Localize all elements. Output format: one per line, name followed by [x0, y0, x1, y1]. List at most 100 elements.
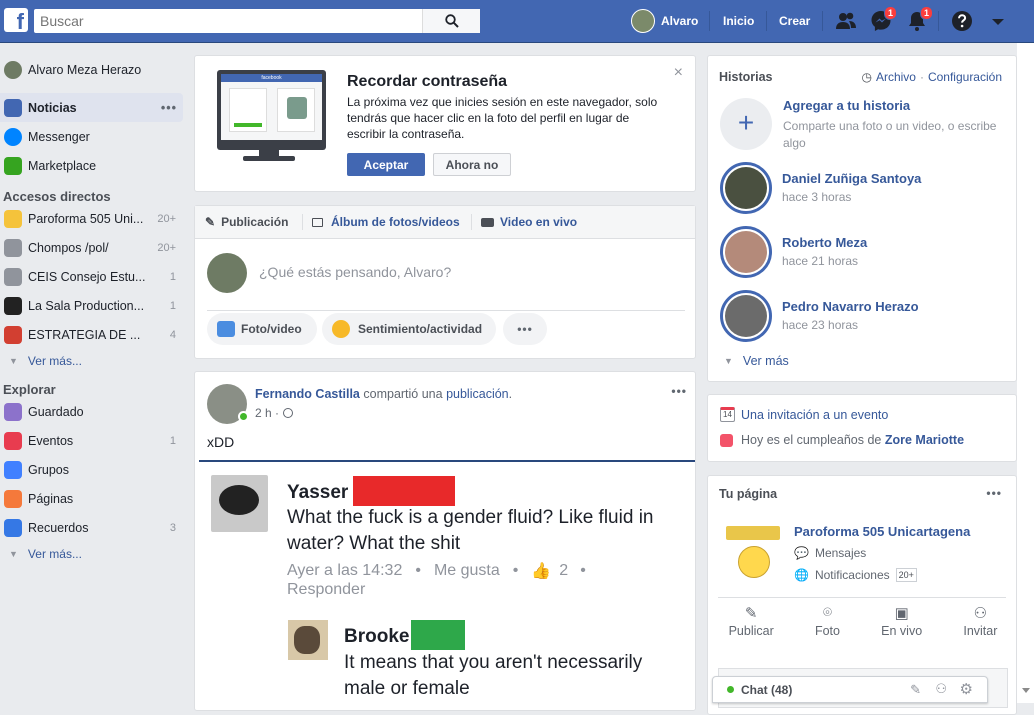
your-page-title: Tu página [719, 487, 778, 501]
thumbs-up-icon: 👍 [531, 563, 552, 580]
sidebar-item-messenger[interactable]: Messenger [0, 122, 186, 151]
nav-profile-link[interactable]: Alvaro [631, 9, 698, 33]
page-action-publish[interactable]: ✎ Publicar [729, 604, 774, 648]
friend-requests-icon[interactable] [834, 9, 858, 33]
post-author-link[interactable]: Fernando Castilla [255, 387, 360, 401]
page-notifications-link[interactable]: 🌐 Notificaciones 20+ [794, 568, 917, 582]
sidebar-item[interactable]: Eventos 1 [0, 426, 186, 455]
tab-label: Álbum de fotos/videos [331, 215, 460, 229]
nav-home-link[interactable]: Inicio [723, 14, 754, 28]
gear-icon[interactable]: ⚙ [960, 680, 973, 698]
composer-more-button[interactable]: ••• [503, 313, 547, 345]
chat-label: Chat (48) [741, 682, 793, 697]
sidebar-item[interactable]: Chompos /pol/20+ [0, 233, 186, 262]
feeling-activity-button[interactable]: Sentimiento/actividad [322, 313, 496, 345]
chevron-down-icon: ▼ [9, 549, 18, 559]
sidebar-item-marketplace[interactable]: Marketplace [0, 151, 186, 180]
page-scrollbar[interactable] [1017, 43, 1034, 703]
notifications-bell-icon[interactable]: 1 [905, 6, 933, 33]
post-timestamp[interactable]: 2 h · [255, 406, 279, 420]
shortcuts-see-more-link[interactable]: ▼ Ver más... [0, 349, 186, 373]
sidebar-item[interactable]: Recuerdos 3 [0, 513, 186, 542]
post-options-icon[interactable]: ••• [671, 384, 687, 398]
settings-link[interactable]: Configuración [928, 70, 1002, 84]
page-logo[interactable] [720, 522, 786, 582]
page-options-icon[interactable]: ••• [986, 486, 1002, 500]
nav-divider [766, 11, 767, 31]
nav-create-link[interactable]: Crear [779, 14, 810, 28]
page-action-live[interactable]: ▣ En vivo [881, 604, 922, 648]
comment-like-text: Me gusta [433, 562, 500, 579]
account-menu-caret-icon[interactable] [986, 9, 1010, 33]
search-input[interactable] [34, 9, 434, 33]
feeling-activity-label: Sentimiento/actividad [358, 322, 483, 336]
tab-photo-album[interactable]: Álbum de fotos/videos [312, 215, 460, 229]
tab-create-post[interactable]: ✎ Publicación [205, 215, 288, 229]
archive-link[interactable]: Archivo [876, 70, 916, 84]
password-card-text: La próxima vez que inicies sesión en est… [347, 95, 658, 141]
new-message-icon[interactable]: ✎ [910, 682, 921, 698]
sidebar-item-news-feed[interactable]: Noticias ••• [0, 93, 183, 122]
sidebar-item[interactable]: CEIS Consejo Estu... 1 [0, 262, 186, 291]
tab-divider [302, 214, 303, 230]
add-story-plus-icon[interactable]: + [720, 98, 772, 150]
search-button[interactable] [422, 9, 480, 33]
stories-title: Historias [719, 70, 773, 84]
sidebar-item-label: Noticias [28, 100, 77, 115]
sidebar-item-count: 20+ [157, 241, 176, 254]
story-item[interactable]: Roberto Meza hace 21 horas [720, 226, 867, 278]
page-action-invite[interactable]: ⚇ Invitar [963, 604, 997, 648]
group-icon[interactable]: ⚇ [935, 681, 947, 697]
explore-see-more-link[interactable]: ▼ Ver más... [0, 542, 186, 566]
event-invite-row[interactable]: 14 Una invitación a un evento [720, 407, 888, 422]
page-name-link[interactable]: Paroforma 505 Unicartagena [794, 524, 970, 539]
page-notifications-label: Notificaciones [814, 568, 890, 582]
post-text: xDD [207, 434, 235, 450]
accept-button[interactable]: Aceptar [347, 153, 425, 176]
page-messages-link[interactable]: 💬 Mensajes [794, 546, 866, 560]
sidebar-item-icon [4, 267, 22, 286]
more-options-icon[interactable]: ••• [161, 101, 177, 115]
comment-meta: Ayer a las 14:32 • Me gusta • 👍 2 • [287, 562, 586, 580]
shared-screenshot-image[interactable]: Yasser What the fuck is a gender fluid? … [199, 462, 695, 710]
scroll-down-arrow-icon[interactable] [1022, 688, 1030, 693]
add-story-link[interactable]: Agregar a tu historia [783, 98, 910, 113]
messenger-icon[interactable]: 1 [869, 6, 897, 33]
tab-label: Video en vivo [500, 215, 578, 229]
page-action-photo[interactable]: ⌾ Foto [815, 604, 840, 648]
screen-title: facebook [221, 74, 322, 82]
comment-time: Ayer a las 14:32 [287, 562, 403, 579]
story-item[interactable]: Pedro Navarro Herazo hace 23 horas [720, 290, 919, 342]
story-item[interactable]: Daniel Zuñiga Santoya hace 3 horas [720, 162, 921, 214]
not-now-button[interactable]: Ahora no [433, 153, 511, 176]
add-person-icon: ⚇ [973, 605, 988, 622]
sidebar-item[interactable]: Páginas [0, 484, 186, 513]
help-icon[interactable] [950, 9, 974, 33]
sidebar-item[interactable]: ESTRATEGIA DE ... 4 [0, 320, 186, 349]
sidebar-item-icon [4, 431, 22, 450]
composer-input[interactable]: ¿Qué estás pensando, Alvaro? [259, 264, 679, 280]
facebook-logo[interactable]: f [4, 8, 28, 32]
close-icon[interactable]: × [674, 64, 683, 82]
sidebar-item-icon [4, 489, 22, 508]
link-separator: · [919, 70, 924, 84]
sidebar-item[interactable]: Paroforma 505 Uni... 20+ [0, 204, 186, 233]
tab-live-video[interactable]: Video en vivo [481, 215, 577, 229]
photo-video-button[interactable]: Foto/video [207, 313, 317, 345]
sidebar-item-label: Marketplace [28, 158, 97, 173]
chat-sidebar-bar[interactable]: Chat (48) ✎ ⚇ ⚙ [712, 676, 988, 703]
event-invite-link[interactable]: Una invitación a un evento [741, 408, 888, 422]
birthday-name-link[interactable]: Zore Mariotte [885, 433, 964, 447]
sidebar-item[interactable]: Grupos [0, 455, 186, 484]
sidebar-item-label: Grupos [28, 462, 69, 477]
sidebar-item-icon [4, 238, 22, 257]
sidebar-item-label: La Sala Production... [28, 298, 145, 313]
sidebar-profile[interactable]: Alvaro Meza Herazo [0, 55, 186, 84]
sidebar-profile-name: Alvaro Meza Herazo [28, 62, 142, 77]
sidebar-item[interactable]: La Sala Production... 1 [0, 291, 186, 320]
stories-see-more-link[interactable]: ▼ Ver más [724, 354, 789, 368]
birthday-row[interactable]: Hoy es el cumpleaños de Zore Mariotte [720, 433, 964, 447]
post-meta: 2 h · [255, 406, 294, 420]
sidebar-item[interactable]: Guardado [0, 397, 186, 426]
shared-post-link[interactable]: publicación [446, 387, 509, 401]
